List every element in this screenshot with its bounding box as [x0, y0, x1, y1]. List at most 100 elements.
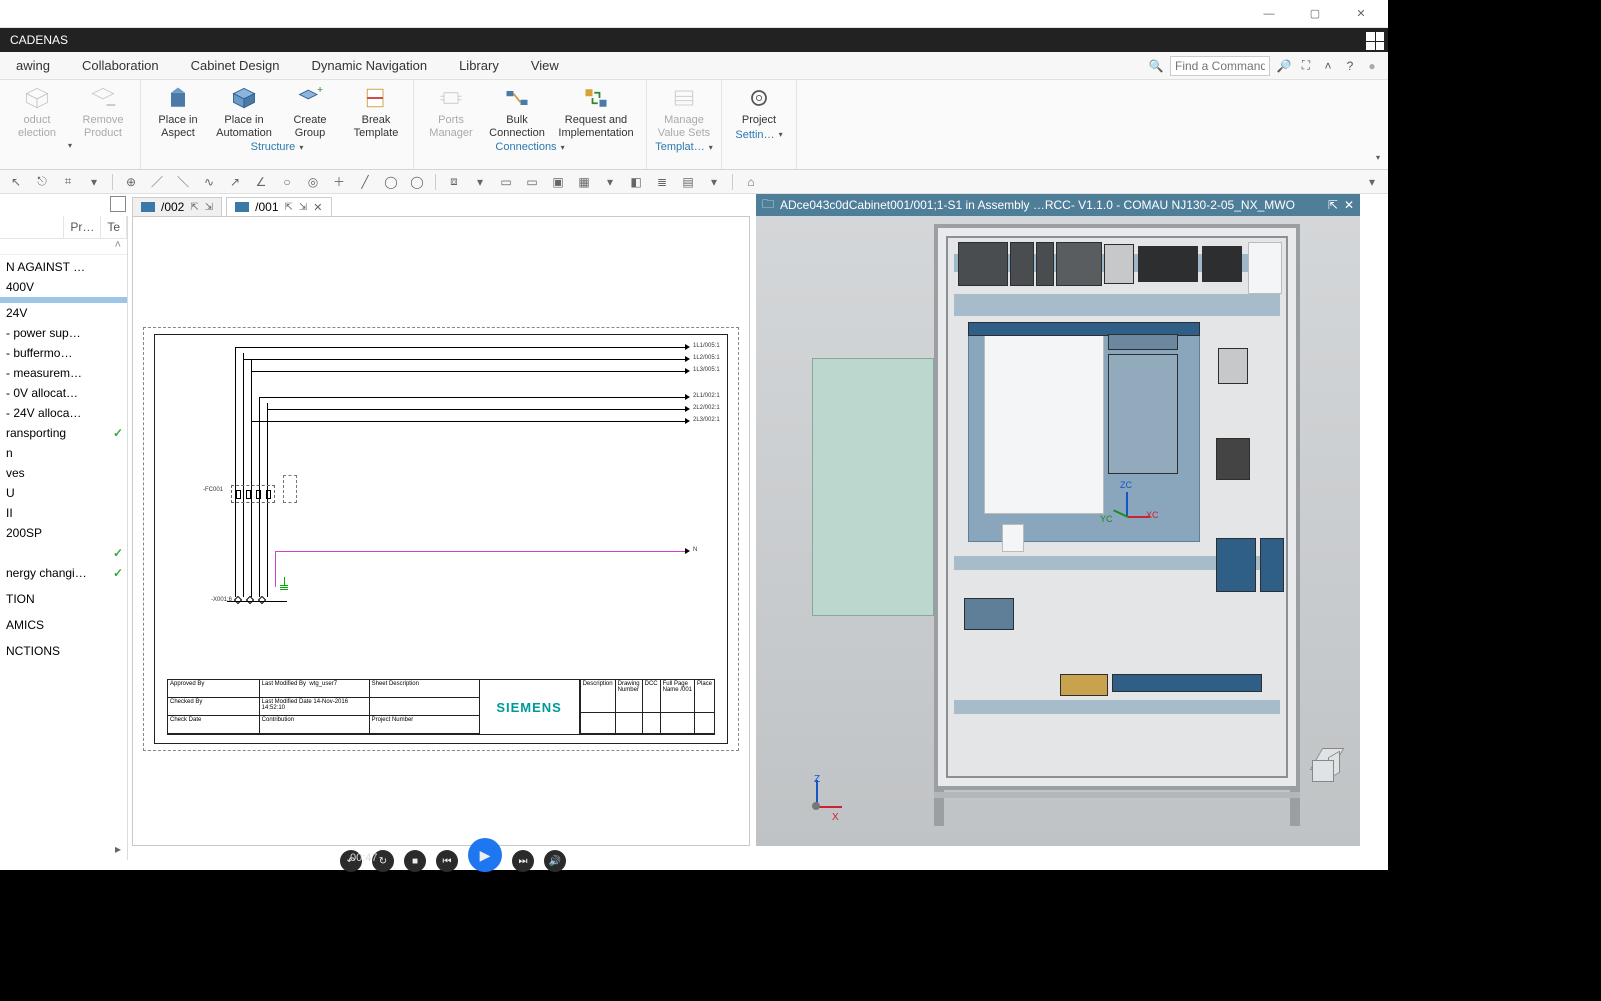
navigator-item[interactable]: II — [0, 503, 127, 523]
close-tab-icon[interactable]: ✕ — [313, 201, 322, 214]
chevron-down-icon[interactable]: ▾ — [1362, 172, 1382, 192]
navigator-item[interactable]: - power sup… — [0, 323, 127, 343]
close-icon[interactable]: ✕ — [1344, 198, 1354, 212]
schematic-viewport[interactable]: 1L1/005:1 1L2/005:1 1L3/005:1 2L1/002:1 … — [132, 216, 750, 846]
group-label-settings[interactable]: Settin… ▾ — [735, 127, 782, 141]
fullscreen-icon[interactable]: ⛶ — [1298, 58, 1314, 74]
chevron-down-icon[interactable]: ▾ — [470, 172, 490, 192]
navigator-item[interactable]: U — [0, 483, 127, 503]
nav-col-te[interactable]: Te — [101, 216, 127, 238]
navigator-item[interactable]: - 24V alloca… — [0, 403, 127, 423]
stop-button[interactable]: ■ — [404, 850, 426, 872]
polyline-icon[interactable]: ∿ — [199, 172, 219, 192]
popout-icon[interactable]: ⇱ — [190, 202, 198, 213]
snap-grid-icon[interactable]: ⊕ — [121, 172, 141, 192]
ribbon-tab-dynamic-navigation[interactable]: Dynamic Navigation — [295, 52, 443, 79]
plus-icon[interactable]: ＋ — [329, 172, 349, 192]
assembly-icon[interactable]: ⌂ — [741, 172, 761, 192]
remove-product-button[interactable]: Remove Product — [74, 84, 132, 139]
navigator-item[interactable]: TION — [0, 589, 127, 609]
list-view-toggle-icon[interactable] — [110, 196, 126, 212]
layers-icon[interactable]: ≣ — [652, 172, 672, 192]
group-label-structure[interactable]: Structure ▾ — [251, 139, 304, 153]
navigator-item[interactable]: 200SP — [0, 523, 127, 543]
popout-icon[interactable]: ⇱ — [285, 202, 293, 213]
nav-col-pr[interactable]: Pr… — [64, 216, 101, 238]
line-icon[interactable]: ＼ — [173, 172, 193, 192]
nav-collapse-icon[interactable]: ˄ — [0, 239, 127, 255]
create-group-button[interactable]: + Create Group — [281, 84, 339, 139]
break-template-button[interactable]: Break Template — [347, 84, 405, 139]
os-close-button[interactable]: ✕ — [1338, 2, 1384, 26]
ribbon-tab-cabinet-design[interactable]: Cabinet Design — [175, 52, 296, 79]
ports-manager-button[interactable]: Ports Manager — [422, 84, 480, 139]
cube-icon[interactable]: ◧ — [626, 172, 646, 192]
navigator-item[interactable]: 400V — [0, 277, 127, 297]
chevron-down-icon[interactable]: ▾ — [704, 172, 724, 192]
navigator-item[interactable]: - measurem… — [0, 363, 127, 383]
ribbon-tab-collaboration[interactable]: Collaboration — [66, 52, 175, 79]
previous-button[interactable]: ⏮ — [436, 850, 458, 872]
pin-icon[interactable]: ⇲ — [205, 202, 213, 213]
3d-viewport-canvas[interactable]: ZC YC XC Z X — [756, 216, 1360, 846]
request-implementation-button[interactable]: Request and Implementation — [554, 84, 638, 139]
tool-icon[interactable]: ▾ — [84, 172, 104, 192]
project-settings-button[interactable]: Project — [730, 84, 788, 127]
window-icon[interactable]: ▦ — [574, 172, 594, 192]
navigator-item[interactable]: ransporting✓ — [0, 423, 127, 443]
circle-icon[interactable]: ○ — [277, 172, 297, 192]
document-tab-002[interactable]: /002 ⇱ ⇲ — [132, 197, 222, 216]
play-button[interactable]: ▶ — [468, 838, 502, 872]
command-search-input[interactable] — [1170, 56, 1270, 76]
popout-icon[interactable]: ⇱ — [1328, 198, 1338, 212]
line-icon[interactable]: ／ — [147, 172, 167, 192]
search-go-icon[interactable]: 🔎 — [1276, 58, 1292, 74]
volume-button[interactable]: 🔊 — [544, 850, 566, 872]
help-icon[interactable]: ? — [1342, 58, 1358, 74]
navigator-item[interactable]: NCTIONS — [0, 641, 127, 661]
group-label-templates[interactable]: Templat… ▾ — [655, 139, 713, 153]
ellipse-icon[interactable]: ◯ — [381, 172, 401, 192]
group-label-connections[interactable]: Connections ▾ — [495, 139, 564, 153]
navigator-item[interactable]: n — [0, 443, 127, 463]
grid-apps-icon[interactable] — [1366, 32, 1384, 50]
chevron-down-icon[interactable]: ▾ — [600, 172, 620, 192]
product-selection-button[interactable]: oduct election — [8, 84, 66, 139]
pin-icon[interactable]: ⇲ — [299, 202, 307, 213]
place-in-aspect-button[interactable]: Place in Aspect — [149, 84, 207, 139]
place-in-automation-button[interactable]: Place in Automation — [215, 84, 273, 139]
component-icon[interactable]: ⧈ — [444, 172, 464, 192]
line-icon[interactable]: ╱ — [355, 172, 375, 192]
next-button[interactable]: ⏭ — [512, 850, 534, 872]
navigator-item[interactable]: - buffermo… — [0, 343, 127, 363]
navigator-tree[interactable]: N AGAINST … 400V 24V- power sup…- bufferm… — [0, 255, 127, 661]
ribbon-tab-drawing[interactable]: awing — [0, 52, 66, 79]
tool-icon[interactable]: ⎋ — [32, 172, 52, 192]
arrow-icon[interactable]: ↗ — [225, 172, 245, 192]
chevron-up-icon[interactable]: ˄ — [1320, 58, 1336, 74]
navigator-item[interactable]: nergy changi…✓ — [0, 563, 127, 583]
tool-icon[interactable]: ⌗ — [58, 172, 78, 192]
window-icon[interactable]: ▣ — [548, 172, 568, 192]
window-icon[interactable]: ▭ — [496, 172, 516, 192]
window-icon[interactable]: ▭ — [522, 172, 542, 192]
navigator-item[interactable]: 24V — [0, 303, 127, 323]
ribbon-tab-library[interactable]: Library — [443, 52, 515, 79]
manage-value-sets-button[interactable]: Manage Value Sets — [655, 84, 713, 139]
angle-icon[interactable]: ∠ — [251, 172, 271, 192]
ribbon-expand-icon[interactable]: ▾ — [1376, 153, 1380, 162]
group-drop[interactable]: ▾ — [68, 139, 72, 150]
navigator-item[interactable]: ves — [0, 463, 127, 483]
navigator-item[interactable]: AMICS — [0, 615, 127, 635]
circle-icon[interactable]: ◎ — [303, 172, 323, 192]
view-cube[interactable] — [1312, 754, 1342, 784]
ellipse-icon[interactable]: ◯ — [407, 172, 427, 192]
bulk-connection-button[interactable]: Bulk Connection — [488, 84, 546, 139]
document-tab-001[interactable]: /001 ⇱ ⇲ ✕ — [226, 197, 331, 216]
navigator-item[interactable]: ✓ — [0, 543, 127, 563]
navigator-item[interactable]: N AGAINST … — [0, 257, 127, 277]
os-maximize-button[interactable]: ▢ — [1292, 2, 1338, 26]
tool-icon[interactable]: ↖ — [6, 172, 26, 192]
layers-icon[interactable]: ▤ — [678, 172, 698, 192]
ribbon-tab-view[interactable]: View — [515, 52, 575, 79]
